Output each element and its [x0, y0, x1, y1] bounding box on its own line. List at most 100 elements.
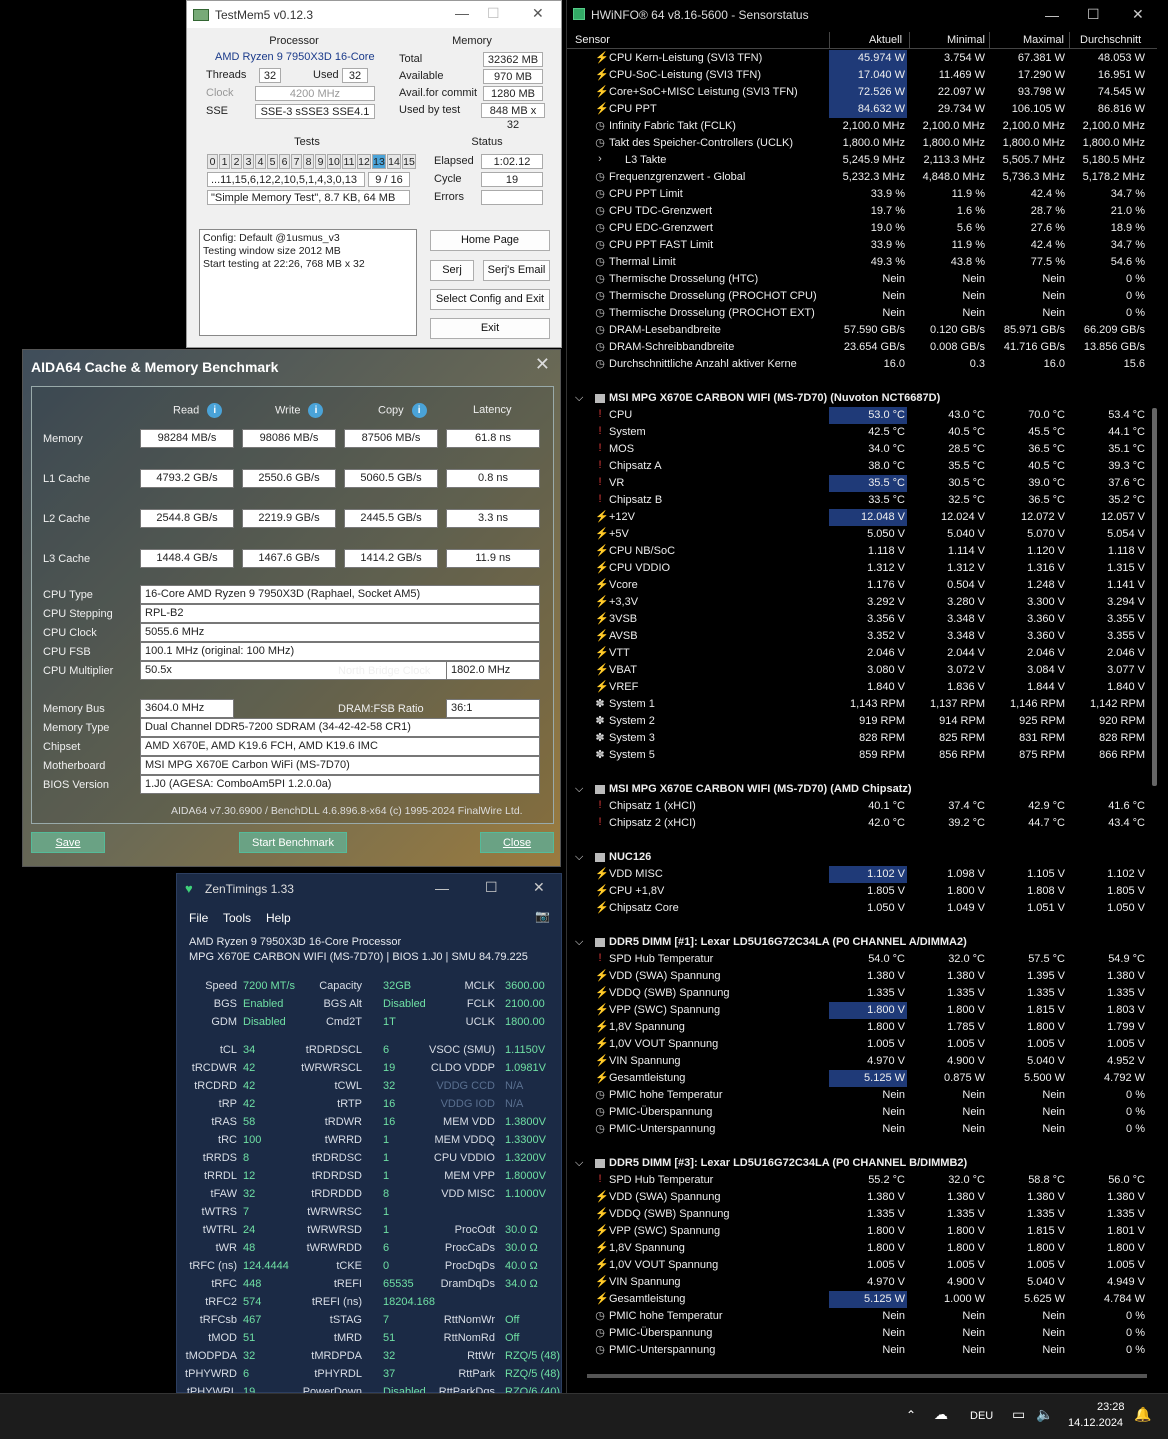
info-icon[interactable]: i: [308, 403, 324, 418]
sensor-row[interactable]: ⚡ 1,0V VOUT Spannung 1.005 V 1.005 V 1.005 V…: [567, 1036, 1157, 1053]
column-current[interactable]: Aktuell: [869, 34, 902, 46]
clock-time[interactable]: 23:28: [1097, 1401, 1125, 1413]
sensor-row[interactable]: ◷ PMIC-Überspannung Nein Nein Nein 0 %: [567, 1104, 1157, 1121]
close-icon[interactable]: ✕: [533, 879, 545, 896]
hwinfo-titlebar[interactable]: HWiNFO® 64 v8.16-5600 - Sensorstatus: [567, 0, 1168, 30]
sensor-row[interactable]: ⚡ CPU +1,8V 1.805 V 1.800 V 1.808 V 1.805 V: [567, 883, 1157, 900]
save-button[interactable]: Save: [31, 832, 105, 853]
sensor-row[interactable]: ⚡ +5V 5.050 V 5.040 V 5.070 V 5.054 V: [567, 526, 1157, 543]
exit-button[interactable]: Exit: [430, 318, 550, 339]
sensor-row[interactable]: ⚡ VDD (SWA) Spannung 1.380 V 1.380 V 1.395 V…: [567, 968, 1157, 985]
sensor-group-header[interactable]: ⌵ DDR5 DIMM [#3]: Lexar LD5U16G72C34LA (P…: [567, 1155, 1157, 1172]
sensor-row[interactable]: ✽ System 5 859 RPM 856 RPM 875 RPM 866 RPM: [567, 747, 1157, 764]
sensor-row[interactable]: ◷ PMIC-Unterspannung Nein Nein Nein 0 %: [567, 1121, 1157, 1138]
sensor-row[interactable]: ⚡ VIN Spannung 4.970 V 4.900 V 5.040 V 4.952 …: [567, 1053, 1157, 1070]
sensor-row[interactable]: ◷ PMIC hohe Temperatur Nein Nein Nein 0 %: [567, 1308, 1157, 1325]
sensor-row[interactable]: ⚡ 1,0V VOUT Spannung 1.005 V 1.005 V 1.005 V…: [567, 1257, 1157, 1274]
sensor-row[interactable]: ◷ CPU TDC-Grenzwert 19.7 % 1.6 % 28.7 % 21.0 …: [567, 203, 1157, 220]
close-icon[interactable]: ✕: [532, 5, 544, 22]
sensor-row[interactable]: ⚡ 1,8V Spannung 1.800 V 1.785 V 1.800 V 1.799…: [567, 1019, 1157, 1036]
sensor-row[interactable]: ◷ PMIC-Unterspannung Nein Nein Nein 0 %: [567, 1342, 1157, 1359]
network-icon[interactable]: ▭: [1012, 1406, 1025, 1423]
sensor-row[interactable]: ⚡ AVSB 3.352 V 3.348 V 3.360 V 3.355 V: [567, 628, 1157, 645]
close-button[interactable]: Close: [480, 832, 554, 853]
sensor-row[interactable]: ◷ Infinity Fabric Takt (FCLK) 2,100.0 MHz 2…: [567, 118, 1157, 135]
close-icon[interactable]: ✕: [1132, 6, 1144, 23]
chevron-down-icon[interactable]: ⌵: [575, 783, 583, 796]
testmem-titlebar[interactable]: TestMem5 v0.12.3: [187, 1, 561, 28]
sensor-group-header[interactable]: ⌵ NUC126: [567, 849, 1157, 866]
sensor-row[interactable]: ◷ Thermische Drosselung (PROCHOT EXT) Nein…: [567, 305, 1157, 322]
sensor-row[interactable]: ⚡ Core+SoC+MISC Leistung (SVI3 TFN) 72.526…: [567, 84, 1157, 101]
sensor-row[interactable]: ⚡ 3VSB 3.356 V 3.348 V 3.360 V 3.355 V: [567, 611, 1157, 628]
sensor-row[interactable]: ◷ Thermische Drosselung (PROCHOT CPU) Nein…: [567, 288, 1157, 305]
sensor-row[interactable]: ◷ CPU EDC-Grenzwert 19.0 % 5.6 % 27.6 % 18.9 …: [567, 220, 1157, 237]
sensor-row[interactable]: ⚡ Gesamtleistung 5.125 W 1.000 W 5.625 W 4.78…: [567, 1291, 1157, 1308]
sensor-row[interactable]: › L3 Takte 5,245.9 MHz 2,113.3 MHz 5,505.7 M…: [567, 152, 1157, 169]
speaker-icon[interactable]: 🔈: [1036, 1406, 1053, 1423]
minimize-icon[interactable]: —: [1045, 7, 1059, 23]
sensor-row[interactable]: ◷ Durchschnittliche Anzahl aktiver Kerne 1…: [567, 356, 1157, 373]
sensor-row[interactable]: ! System 42.5 °C 40.5 °C 45.5 °C 44.1 °C: [567, 424, 1157, 441]
column-min[interactable]: Minimal: [947, 34, 985, 46]
menu-help[interactable]: Help: [266, 911, 291, 925]
sensor-row[interactable]: ⚡ VDD (SWA) Spannung 1.380 V 1.380 V 1.380 V…: [567, 1189, 1157, 1206]
sensor-group-header[interactable]: ⌵ DDR5 DIMM [#1]: Lexar LD5U16G72C34LA (P…: [567, 934, 1157, 951]
chevron-down-icon[interactable]: ⌵: [575, 936, 583, 949]
column-sensor[interactable]: Sensor: [575, 34, 610, 46]
language-indicator[interactable]: DEU: [970, 1410, 993, 1422]
sensor-row[interactable]: ! Chipsatz A 38.0 °C 35.5 °C 40.5 °C 39.3 °C: [567, 458, 1157, 475]
maximize-icon[interactable]: ☐: [1087, 6, 1100, 23]
sensor-row[interactable]: ⚡ Chipsatz Core 1.050 V 1.049 V 1.051 V 1.050…: [567, 900, 1157, 917]
sensor-row[interactable]: ◷ Thermische Drosselung (HTC) Nein Nein Nein…: [567, 271, 1157, 288]
horizontal-scrollbar[interactable]: [587, 1374, 1147, 1378]
sensor-row[interactable]: ⚡ VREF 1.840 V 1.836 V 1.844 V 1.840 V: [567, 679, 1157, 696]
sensor-row[interactable]: ⚡ 1,8V Spannung 1.800 V 1.800 V 1.800 V 1.800…: [567, 1240, 1157, 1257]
sensor-row[interactable]: ⚡ VDDQ (SWB) Spannung 1.335 V 1.335 V 1.335 …: [567, 1206, 1157, 1223]
home-page-button[interactable]: Home Page: [430, 230, 550, 251]
sensor-row[interactable]: ✽ System 2 919 RPM 914 RPM 925 RPM 920 RPM: [567, 713, 1157, 730]
sensor-row[interactable]: ⚡ VPP (SWC) Spannung 1.800 V 1.800 V 1.815 V…: [567, 1002, 1157, 1019]
sensor-row[interactable]: ⚡ CPU VDDIO 1.312 V 1.312 V 1.316 V 1.315 V: [567, 560, 1157, 577]
sensor-row[interactable]: ! MOS 34.0 °C 28.5 °C 36.5 °C 35.1 °C: [567, 441, 1157, 458]
sensor-row[interactable]: ⚡ VBAT 3.080 V 3.072 V 3.084 V 3.077 V: [567, 662, 1157, 679]
chevron-down-icon[interactable]: ⌵: [575, 1157, 583, 1170]
chevron-down-icon[interactable]: ⌵: [575, 392, 583, 405]
sensor-row[interactable]: ◷ PMIC-Überspannung Nein Nein Nein 0 %: [567, 1325, 1157, 1342]
minimize-icon[interactable]: —: [455, 5, 469, 21]
sensor-row[interactable]: ! SPD Hub Temperatur 54.0 °C 32.0 °C 57.5 °C…: [567, 951, 1157, 968]
log-box[interactable]: Config: Default @1usmus_v3 Testing window…: [199, 229, 417, 336]
column-max[interactable]: Maximal: [1023, 34, 1064, 46]
sensor-row[interactable]: ⚡ CPU NB/SoC 1.118 V 1.114 V 1.120 V 1.118 V: [567, 543, 1157, 560]
minimize-icon[interactable]: —: [435, 880, 449, 896]
sensor-row[interactable]: ⚡ VTT 2.046 V 2.044 V 2.046 V 2.046 V: [567, 645, 1157, 662]
sensor-row[interactable]: ◷ PMIC hohe Temperatur Nein Nein Nein 0 %: [567, 1087, 1157, 1104]
sensor-row[interactable]: ! CPU 53.0 °C 43.0 °C 70.0 °C 53.4 °C: [567, 407, 1157, 424]
clock-date[interactable]: 14.12.2024: [1068, 1417, 1123, 1429]
sensor-row[interactable]: ⚡ VDDQ (SWB) Spannung 1.335 V 1.335 V 1.335 …: [567, 985, 1157, 1002]
sensor-row[interactable]: ◷ DRAM-Schreibbandbreite 23.654 GB/s 0.008 …: [567, 339, 1157, 356]
menu-tools[interactable]: Tools: [223, 911, 251, 925]
sensor-row[interactable]: ! SPD Hub Temperatur 55.2 °C 32.0 °C 58.8 °C…: [567, 1172, 1157, 1189]
sensor-row[interactable]: ◷ Frequenzgrenzwert - Global 5,232.3 MHz 4,…: [567, 169, 1157, 186]
sensor-row[interactable]: ◷ DRAM-Lesebandbreite 57.590 GB/s 0.120 GB/…: [567, 322, 1157, 339]
sensor-row[interactable]: ! Chipsatz B 33.5 °C 32.5 °C 36.5 °C 35.2 °C: [567, 492, 1157, 509]
select-config-button[interactable]: Select Config and Exit: [430, 289, 550, 310]
sensor-row[interactable]: ! Chipsatz 1 (xHCI) 40.1 °C 37.4 °C 42.9 °C 4…: [567, 798, 1157, 815]
cloud-icon[interactable]: ☁: [934, 1406, 948, 1423]
sensor-row[interactable]: ⚡ CPU PPT 84.632 W 29.734 W 106.105 W 86.816 …: [567, 101, 1157, 118]
menu-file[interactable]: File: [189, 911, 208, 925]
sensor-row[interactable]: ✽ System 3 828 RPM 825 RPM 831 RPM 828 RPM: [567, 730, 1157, 747]
sensor-row[interactable]: ⚡ Vcore 1.176 V 0.504 V 1.248 V 1.141 V: [567, 577, 1157, 594]
sensor-row[interactable]: ◷ CPU PPT Limit 33.9 % 11.9 % 42.4 % 34.7 %: [567, 186, 1157, 203]
scrollbar-thumb[interactable]: [1152, 408, 1157, 786]
sensor-row[interactable]: ⚡ VDD MISC 1.102 V 1.098 V 1.105 V 1.102 V: [567, 866, 1157, 883]
column-average[interactable]: Durchschnitt: [1080, 34, 1141, 46]
sensor-row[interactable]: ◷ CPU PPT FAST Limit 33.9 % 11.9 % 42.4 % 34.…: [567, 237, 1157, 254]
sensor-row[interactable]: ⚡ VIN Spannung 4.970 V 4.900 V 5.040 V 4.949 …: [567, 1274, 1157, 1291]
start-benchmark-button[interactable]: Start Benchmark: [239, 832, 347, 853]
sensor-row[interactable]: ⚡ +3,3V 3.292 V 3.280 V 3.300 V 3.294 V: [567, 594, 1157, 611]
chevron-down-icon[interactable]: ⌵: [575, 851, 583, 864]
sensor-group-header[interactable]: ⌵ MSI MPG X670E CARBON WIFI (MS-7D70) (AM…: [567, 781, 1157, 798]
sensor-row[interactable]: ⚡ +12V 12.048 V 12.024 V 12.072 V 12.057 V: [567, 509, 1157, 526]
